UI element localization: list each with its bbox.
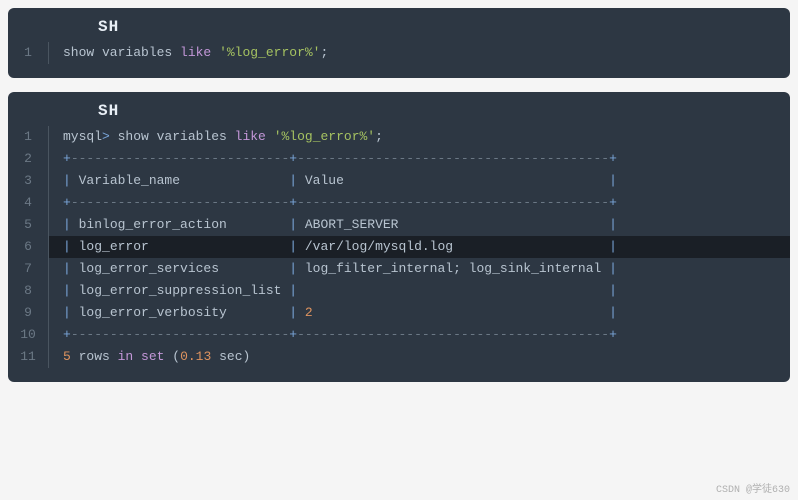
code-line: 5 rows in set (0.13 sec) [63,346,790,368]
code-line: | log_error | /var/log/mysqld.log | [48,236,790,258]
code-language-label: SH [98,18,119,36]
line-number-gutter: 1 [8,42,48,64]
line-number: 9 [8,302,48,324]
code-header: SH [8,92,790,126]
watermark-text: CSDN @学徒630 [716,480,790,496]
code-line: | log_error_services | log_filter_intern… [63,258,790,280]
code-body: 1 show variables like '%log_error%'; [8,42,790,64]
line-number: 6 [8,236,48,258]
line-number: 2 [8,148,48,170]
line-number: 8 [8,280,48,302]
code-line: | Variable_name | Value | [63,170,790,192]
code-area[interactable]: mysql> show variables like '%log_error%'… [48,126,790,368]
code-line: | log_error_verbosity | 2 | [63,302,790,324]
line-number: 5 [8,214,48,236]
code-header: SH [8,8,790,42]
line-number-gutter: 1234567891011 [8,126,48,368]
line-number: 10 [8,324,48,346]
code-body: 1234567891011 mysql> show variables like… [8,126,790,368]
line-number: 4 [8,192,48,214]
line-number: 1 [8,42,48,64]
line-number: 11 [8,346,48,368]
line-number: 7 [8,258,48,280]
code-line: | log_error_suppression_list | | [63,280,790,302]
code-line: +----------------------------+----------… [63,324,790,346]
line-number: 1 [8,126,48,148]
code-line: | binlog_error_action | ABORT_SERVER | [63,214,790,236]
line-number: 3 [8,170,48,192]
code-area[interactable]: show variables like '%log_error%'; [48,42,790,64]
code-line: +----------------------------+----------… [63,148,790,170]
code-block-2: SH 1234567891011 mysql> show variables l… [8,92,790,382]
code-language-label: SH [98,102,119,120]
code-line: show variables like '%log_error%'; [63,42,790,64]
code-block-1: SH 1 show variables like '%log_error%'; [8,8,790,78]
code-line: +----------------------------+----------… [63,192,790,214]
code-line: mysql> show variables like '%log_error%'… [63,126,790,148]
